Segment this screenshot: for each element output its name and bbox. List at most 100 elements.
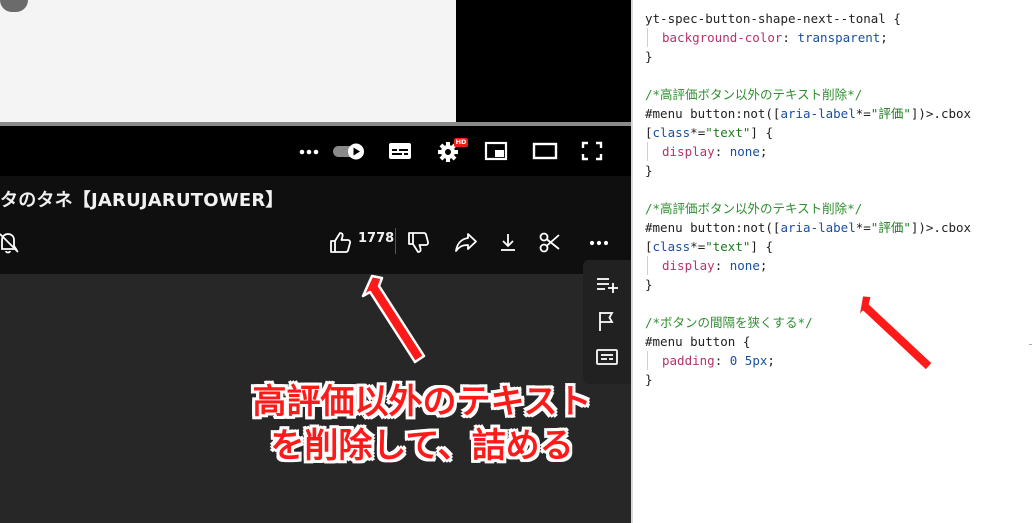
code-value: none xyxy=(729,144,760,159)
code-attr-name: aria-label xyxy=(780,220,856,235)
code-punct: ; xyxy=(759,258,768,273)
video-content xyxy=(0,0,28,12)
code-value: transparent xyxy=(797,30,881,45)
video-title: タのタネ【JARUJARUTOWER】 xyxy=(0,190,284,211)
code-punct: ; xyxy=(880,30,888,45)
annotation-text: 高評価以外のテキスト を削除して、詰める xyxy=(232,380,612,468)
code-comment: /*ボタンの間隔を狭くする*/ xyxy=(645,315,813,330)
player-controls: HD xyxy=(0,126,631,176)
code-line: yt-spec-button-shape-next--tonal { xyxy=(645,9,971,28)
indent-guide xyxy=(647,351,662,370)
code-line: background-color: transparent; xyxy=(645,28,971,47)
code-property: display xyxy=(662,144,715,159)
code-selector: [ xyxy=(645,239,653,254)
more-options-icon[interactable] xyxy=(296,138,322,164)
code-string: "評価" xyxy=(870,106,911,121)
code-line: padding: 0 5px; xyxy=(645,351,971,370)
code-selector: *= xyxy=(690,239,706,254)
code-string: "評価" xyxy=(870,220,911,235)
code-selector: *= xyxy=(855,106,871,121)
like-divider xyxy=(395,228,396,254)
download-icon[interactable] xyxy=(496,228,520,256)
side-menu xyxy=(583,260,631,384)
indent-guide xyxy=(647,28,662,47)
code-brace: } xyxy=(645,49,653,64)
code-line: } xyxy=(645,275,971,294)
code-property: padding xyxy=(662,353,715,368)
annotation-line-2: を削除して、詰める xyxy=(270,426,574,466)
code-selector: #menu button:not([ xyxy=(645,106,781,121)
settings-gear-icon[interactable]: HD xyxy=(434,138,468,164)
code-punct: : xyxy=(714,258,730,273)
code-punct: ; xyxy=(759,144,768,159)
like-thumb-icon[interactable] xyxy=(327,228,353,256)
code-line: /*高評価ボタン以外のテキスト削除*/ xyxy=(645,199,971,218)
code-attr-name: class xyxy=(652,239,691,254)
code-comment: /*高評価ボタン以外のテキスト削除*/ xyxy=(645,87,863,102)
code-brace: } xyxy=(645,277,653,292)
transcript-icon[interactable] xyxy=(593,343,621,371)
code-selector: *= xyxy=(855,220,871,235)
miniplayer-icon[interactable] xyxy=(482,138,510,164)
add-to-playlist-icon[interactable] xyxy=(593,271,621,299)
indent-guide xyxy=(647,256,662,275)
like-count: 1778 xyxy=(358,231,395,246)
hd-badge: HD xyxy=(455,138,467,146)
code-selector: ])>.cbox xyxy=(910,106,972,121)
code-selector: yt-spec-button-shape-next--tonal { xyxy=(645,11,901,26)
code-selector: ] { xyxy=(750,239,773,254)
autoplay-toggle[interactable] xyxy=(332,138,368,164)
code-area[interactable]: yt-spec-button-shape-next--tonal { backgr… xyxy=(645,0,971,389)
code-selector: #menu button:not([ xyxy=(645,220,781,235)
code-line: display: none; xyxy=(645,142,971,161)
fullscreen-icon[interactable] xyxy=(578,138,606,164)
code-line: } xyxy=(645,161,971,180)
code-string: "text" xyxy=(705,239,751,254)
code-property: display xyxy=(662,258,715,273)
code-punct: : xyxy=(782,30,798,45)
code-line: [class*="text"] { xyxy=(645,123,971,142)
share-arrow-icon[interactable] xyxy=(453,228,479,256)
dislike-thumb-icon[interactable] xyxy=(405,228,431,256)
code-line: #menu button:not([aria-label*="評価"])>.cb… xyxy=(645,218,971,237)
theater-mode-icon[interactable] xyxy=(530,138,560,164)
scrollbar-marker xyxy=(1029,344,1032,345)
css-editor[interactable]: yt-spec-button-shape-next--tonal { backgr… xyxy=(631,0,1033,523)
code-line: } xyxy=(645,47,971,66)
notification-bell-off-icon[interactable] xyxy=(0,228,22,256)
code-punct: : xyxy=(714,353,730,368)
video-letterbox xyxy=(456,0,631,122)
code-line: #menu button { xyxy=(645,332,971,351)
code-line: display: none; xyxy=(645,256,971,275)
video-frame[interactable] xyxy=(0,0,456,122)
code-selector: #menu button { xyxy=(645,334,751,349)
code-selector: *= xyxy=(690,125,706,140)
code-selector: ] { xyxy=(750,125,773,140)
code-punct: ; xyxy=(767,353,775,368)
more-actions-icon[interactable] xyxy=(586,228,612,256)
report-flag-icon[interactable] xyxy=(593,307,621,335)
code-line: /*高評価ボタン以外のテキスト削除*/ xyxy=(645,85,971,104)
code-attr-name: aria-label xyxy=(780,106,856,121)
annotation-line-1: 高評価以外のテキスト xyxy=(252,382,592,422)
subtitles-icon[interactable] xyxy=(386,138,414,164)
code-line: } xyxy=(645,370,971,389)
clip-scissors-icon[interactable] xyxy=(537,228,563,256)
code-selector: [ xyxy=(645,125,653,140)
video-actions-bar xyxy=(0,222,631,262)
code-property: background-color xyxy=(662,30,783,45)
code-attr-name: class xyxy=(652,125,691,140)
code-line: [class*="text"] { xyxy=(645,237,971,256)
code-line-clipped xyxy=(645,0,971,9)
code-punct: : xyxy=(714,144,730,159)
code-brace: } xyxy=(645,163,653,178)
indent-guide xyxy=(647,142,662,161)
code-brace: } xyxy=(645,372,653,387)
code-value: none xyxy=(729,258,760,273)
code-string: "text" xyxy=(705,125,751,140)
code-value: 0 5px xyxy=(729,353,768,368)
code-selector: ])>.cbox xyxy=(910,220,972,235)
code-comment: /*高評価ボタン以外のテキスト削除*/ xyxy=(645,201,863,216)
